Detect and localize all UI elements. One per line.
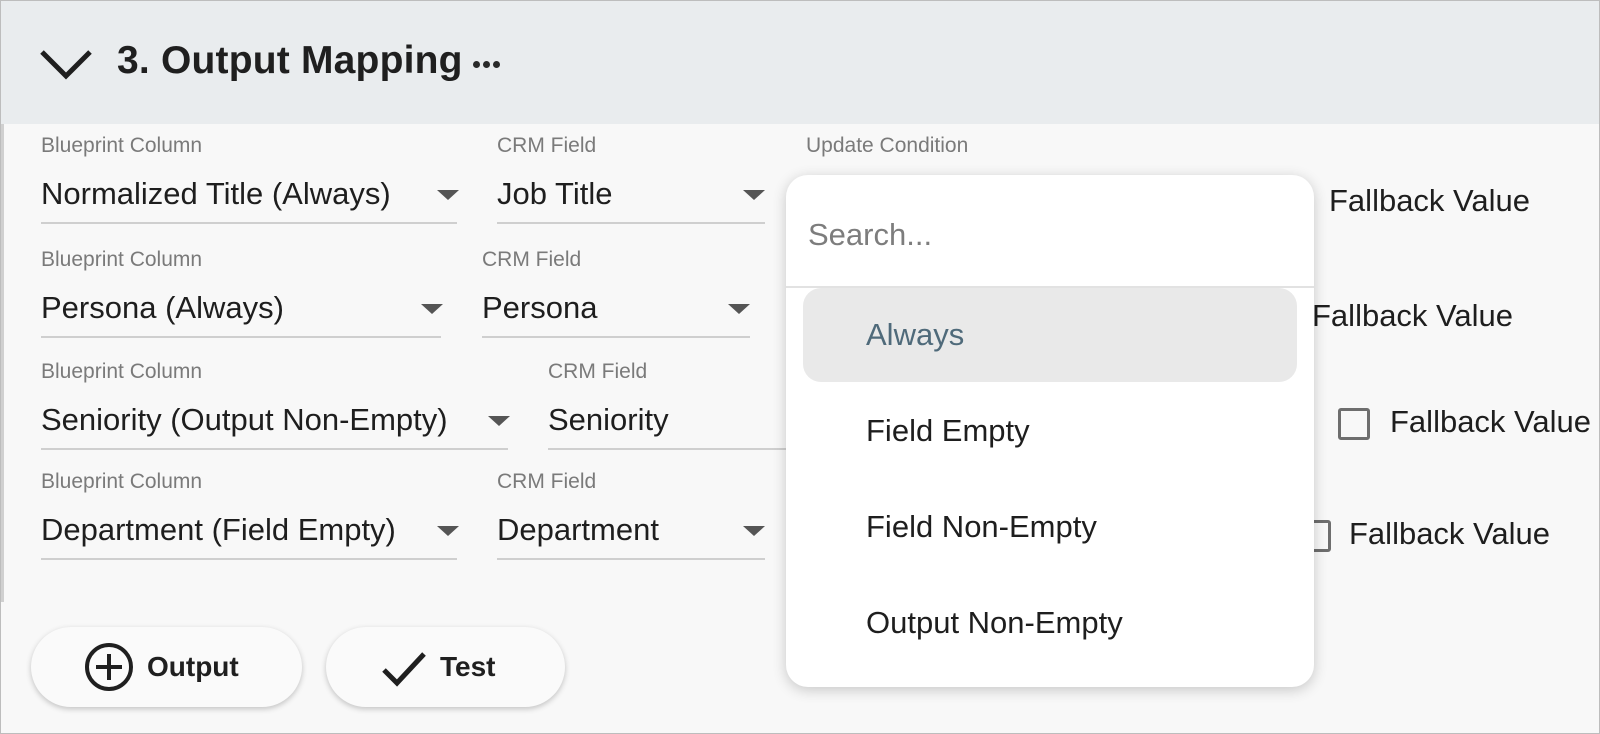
- blueprint-column-select-1[interactable]: Blueprint Column Normalized Title (Alway…: [41, 134, 459, 226]
- crm-field-label: CRM Field: [482, 248, 582, 271]
- section-header[interactable]: 3. Output Mapping: [1, 1, 1599, 124]
- dropdown-arrow-icon: [488, 416, 510, 426]
- option-output-non-empty[interactable]: Output Non-Empty: [803, 576, 1297, 670]
- option-label: Output Non-Empty: [866, 605, 1123, 640]
- more-options-icon[interactable]: [473, 61, 503, 69]
- blueprint-column-value: Seniority (Output Non-Empty): [41, 402, 448, 437]
- dropdown-arrow-icon: [421, 304, 443, 314]
- blueprint-column-label: Blueprint Column: [41, 360, 203, 383]
- blueprint-column-value: Department (Field Empty): [41, 512, 396, 547]
- crm-field-value: Persona: [482, 290, 598, 325]
- option-label: Field Non-Empty: [866, 509, 1097, 544]
- field-underline: [41, 222, 457, 224]
- crm-field-select-3[interactable]: CRM Field Seniority: [548, 360, 808, 452]
- option-always[interactable]: Always: [803, 288, 1297, 382]
- blueprint-column-label: Blueprint Column: [41, 470, 203, 493]
- crm-field-value: Job Title: [497, 176, 613, 211]
- check-icon: [382, 652, 426, 687]
- add-output-label: Output: [147, 651, 239, 682]
- update-condition-dropdown[interactable]: Search... Always Field Empty Field Non-E…: [786, 175, 1314, 687]
- blueprint-column-select-4[interactable]: Blueprint Column Department (Field Empty…: [41, 470, 459, 562]
- blueprint-column-select-3[interactable]: Blueprint Column Seniority (Output Non-E…: [41, 360, 510, 452]
- dropdown-arrow-icon: [743, 190, 765, 200]
- update-condition-select-1[interactable]: Update Condition: [806, 134, 1106, 174]
- chevron-down-icon[interactable]: [37, 43, 95, 83]
- field-underline: [497, 558, 765, 560]
- fallback-value-label-2: Fallback Value: [1312, 298, 1514, 333]
- blueprint-column-label: Blueprint Column: [41, 248, 203, 271]
- blueprint-column-value: Normalized Title (Always): [41, 176, 391, 211]
- option-label: Always: [866, 317, 965, 352]
- dropdown-arrow-icon: [437, 190, 459, 200]
- field-underline: [482, 336, 750, 338]
- dropdown-arrow-icon: [437, 526, 459, 536]
- field-underline: [548, 448, 808, 450]
- dropdown-arrow-icon: [728, 304, 750, 314]
- output-mapping-panel: 3. Output Mapping Blueprint Column Norma…: [0, 0, 1600, 734]
- fallback-value-label-3: Fallback Value: [1390, 404, 1592, 439]
- add-circle-icon: [85, 643, 133, 691]
- update-condition-label: Update Condition: [806, 134, 969, 157]
- blueprint-column-label: Blueprint Column: [41, 134, 203, 157]
- crm-field-select-1[interactable]: CRM Field Job Title: [497, 134, 765, 226]
- test-label: Test: [440, 651, 496, 682]
- crm-field-value: Seniority: [548, 402, 669, 437]
- blueprint-column-value: Persona (Always): [41, 290, 284, 325]
- field-underline: [497, 222, 765, 224]
- option-field-non-empty[interactable]: Field Non-Empty: [803, 480, 1297, 574]
- crm-field-select-2[interactable]: CRM Field Persona: [482, 248, 750, 340]
- field-underline: [41, 558, 457, 560]
- fallback-value-label-4: Fallback Value: [1349, 516, 1551, 551]
- test-button[interactable]: Test: [326, 627, 565, 707]
- add-output-button[interactable]: Output: [31, 627, 302, 707]
- option-label: Field Empty: [866, 413, 1030, 448]
- crm-field-select-4[interactable]: CRM Field Department: [497, 470, 765, 562]
- crm-field-label: CRM Field: [548, 360, 648, 383]
- option-field-empty[interactable]: Field Empty: [803, 384, 1297, 478]
- field-underline: [41, 448, 508, 450]
- crm-field-value: Department: [497, 512, 659, 547]
- crm-field-label: CRM Field: [497, 470, 597, 493]
- fallback-checkbox-3[interactable]: [1338, 408, 1370, 440]
- dropdown-arrow-icon: [743, 526, 765, 536]
- fallback-value-label-1: Fallback Value: [1329, 183, 1531, 218]
- blueprint-column-select-2[interactable]: Blueprint Column Persona (Always): [41, 248, 443, 340]
- section-title: 3. Output Mapping: [117, 39, 463, 82]
- dropdown-search-input[interactable]: Search...: [808, 217, 932, 253]
- crm-field-label: CRM Field: [497, 134, 597, 157]
- left-divider: [1, 124, 4, 602]
- field-underline: [41, 336, 441, 338]
